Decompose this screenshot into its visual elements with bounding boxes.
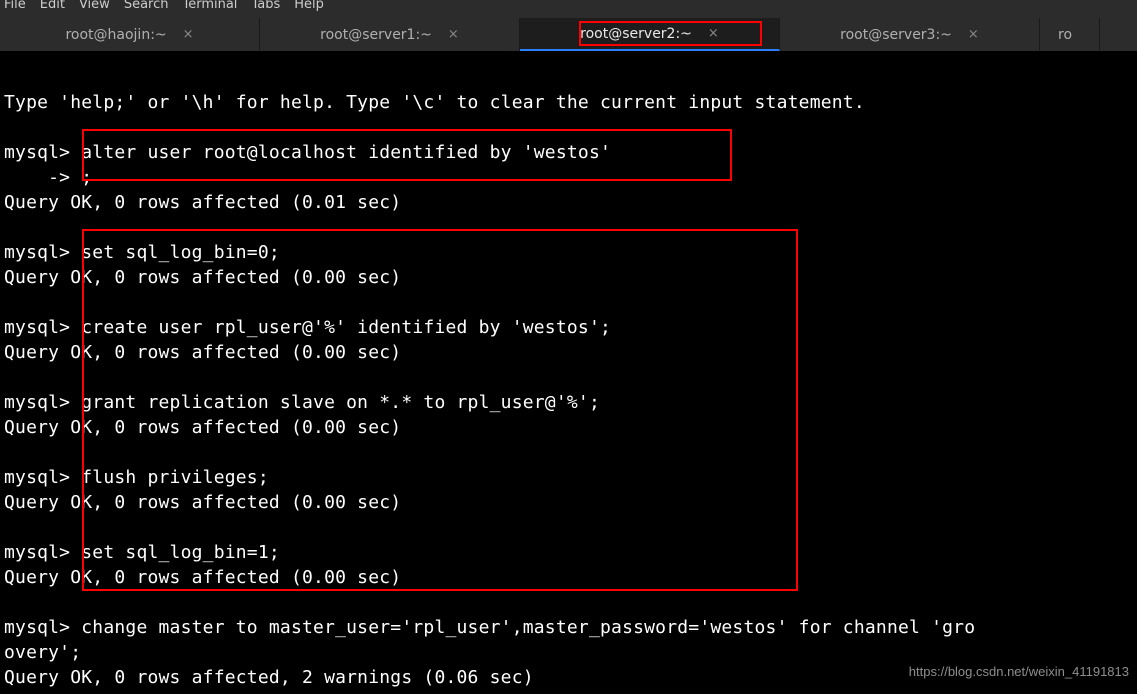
tab-title: ro <box>1058 27 1072 43</box>
menu-search[interactable]: Search <box>124 0 169 10</box>
tab-title: root@server3:~ <box>840 27 952 43</box>
menu-bar: File Edit View Search Terminal Tabs Help <box>0 0 1137 18</box>
terminal-output[interactable]: Type 'help;' or '\h' for help. Type '\c'… <box>0 51 1137 694</box>
tab-title: root@server2:~ <box>580 26 692 42</box>
tab-bar: root@haojin:~ × root@server1:~ × root@se… <box>0 18 1137 51</box>
tab-title: root@server1:~ <box>320 27 432 43</box>
tab-partial[interactable]: ro <box>1040 18 1100 51</box>
close-icon[interactable]: × <box>448 27 459 42</box>
close-icon[interactable]: × <box>708 26 719 41</box>
tab-server1[interactable]: root@server1:~ × <box>260 18 520 51</box>
menu-edit[interactable]: Edit <box>40 0 65 10</box>
menu-tabs[interactable]: Tabs <box>251 0 280 10</box>
close-icon[interactable]: × <box>183 27 194 42</box>
tab-haojin[interactable]: root@haojin:~ × <box>0 18 260 51</box>
menu-help[interactable]: Help <box>294 0 324 10</box>
close-icon[interactable]: × <box>968 27 979 42</box>
tab-title: root@haojin:~ <box>65 27 166 43</box>
menu-terminal[interactable]: Terminal <box>182 0 237 10</box>
menu-view[interactable]: View <box>79 0 110 10</box>
tab-server2[interactable]: root@server2:~ × <box>520 18 780 51</box>
watermark-text: https://blog.csdn.net/weixin_41191813 <box>909 664 1129 679</box>
tab-server3[interactable]: root@server3:~ × <box>780 18 1040 51</box>
menu-file[interactable]: File <box>4 0 26 10</box>
